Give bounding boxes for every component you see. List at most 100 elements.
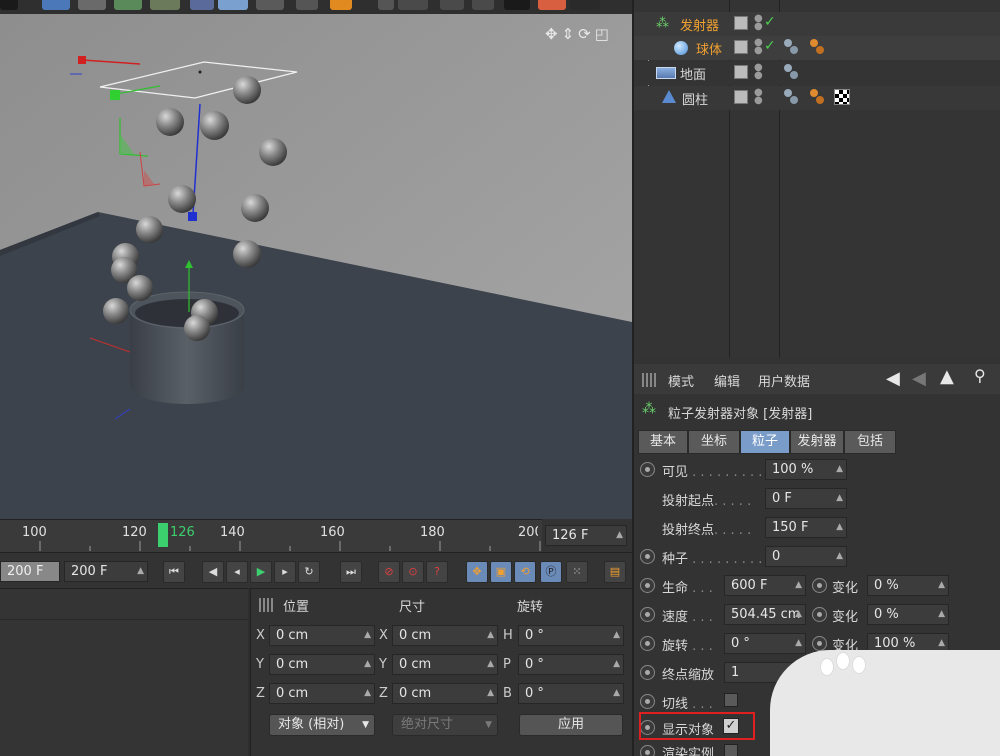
rotation-h-field[interactable]: 0 °▲▼: [518, 625, 624, 646]
rotation-b-field[interactable]: 0 °▲▼: [518, 683, 624, 704]
up-arrow-icon[interactable]: ▲: [940, 366, 954, 387]
x-axis-handle[interactable]: [78, 56, 86, 64]
coordinate-mode-select[interactable]: 对象 (相对) ▼: [269, 714, 375, 736]
render-tool-icon[interactable]: [330, 0, 352, 10]
phong-tag-icon[interactable]: [784, 64, 800, 80]
parameter-key-icon[interactable]: Ⓟ: [540, 561, 562, 583]
y-axis-handle[interactable]: [110, 90, 120, 100]
visible-field[interactable]: 100 %▲▼: [765, 459, 847, 480]
enabled-check-icon[interactable]: ✓: [764, 14, 776, 30]
cube-tool-icon[interactable]: [42, 0, 70, 10]
object-row-emitter[interactable]: ⁂ 发射器 ● ● ✓: [634, 12, 1000, 36]
menu-userdata[interactable]: 用户数据: [758, 371, 810, 390]
tab-emitter[interactable]: 发射器: [790, 430, 844, 454]
forward-arrow-icon[interactable]: ◀: [912, 368, 926, 389]
render-instances-checkbox[interactable]: [724, 744, 738, 756]
play-mode-icon[interactable]: [0, 0, 18, 10]
move-view-icon[interactable]: ✥: [545, 25, 562, 43]
enabled-check-icon[interactable]: ✓: [764, 38, 776, 54]
tab-include[interactable]: 包括: [844, 430, 896, 454]
grip-icon[interactable]: [642, 373, 656, 387]
workplane-tool-icon[interactable]: [398, 0, 428, 10]
play-icon[interactable]: ▶: [250, 561, 272, 583]
pan-view-icon[interactable]: ⇕: [562, 25, 579, 43]
position-y-field[interactable]: 0 cm▲▼: [269, 654, 375, 675]
position-z-field[interactable]: 0 cm▲▼: [269, 683, 375, 704]
animate-rotation-var-radio[interactable]: [812, 636, 827, 651]
nurbs-tool-icon[interactable]: [114, 0, 142, 10]
camera-tool-icon[interactable]: [256, 0, 284, 10]
rotation-p-field[interactable]: 0 °▲▼: [518, 654, 624, 675]
tangential-checkbox[interactable]: [724, 693, 738, 707]
size-x-field[interactable]: 0 cm▲▼: [392, 625, 498, 646]
layer-swatch-icon[interactable]: [734, 65, 748, 79]
prev-frame-icon[interactable]: ◂: [226, 561, 248, 583]
filter-tool-icon[interactable]: [538, 0, 566, 10]
prev-key-icon[interactable]: ◀: [202, 561, 224, 583]
material-tag-icon[interactable]: [808, 39, 826, 55]
spline-tool-icon[interactable]: [78, 0, 106, 10]
rotation-key-icon[interactable]: ⟲: [514, 561, 536, 583]
seed-field[interactable]: 0▲▼: [765, 546, 847, 567]
size-y-field[interactable]: 0 cm▲▼: [392, 654, 498, 675]
layer-swatch-icon[interactable]: [734, 40, 748, 54]
search-icon[interactable]: ⚲: [974, 366, 986, 385]
tab-basic[interactable]: 基本: [638, 430, 688, 454]
z-axis-handle[interactable]: [188, 212, 197, 221]
tab-coord[interactable]: 坐标: [688, 430, 740, 454]
visibility-dots-icon[interactable]: ● ●: [754, 88, 763, 106]
animate-lifetime-radio[interactable]: [640, 578, 655, 593]
goto-start-icon[interactable]: ⏮: [163, 561, 185, 583]
scene-tool-icon[interactable]: [218, 0, 248, 10]
pla-key-icon[interactable]: ⁙: [566, 561, 588, 583]
visibility-dots-icon[interactable]: ● ●: [754, 38, 763, 56]
object-row-cylinder[interactable]: 圆柱 ● ●: [634, 86, 1000, 110]
object-row-sphere[interactable]: 球体 ● ● ✓: [634, 36, 1000, 60]
viewport[interactable]: ✥⇕⟳◰: [0, 14, 632, 519]
object-row-ground[interactable]: 地面 ● ●: [634, 61, 1000, 85]
scale-key-icon[interactable]: ▣: [490, 561, 512, 583]
animate-lifetime-var-radio[interactable]: [812, 578, 827, 593]
rotate-view-icon[interactable]: ⟳: [578, 25, 595, 43]
lock-tool-icon[interactable]: [472, 0, 494, 10]
tab-particle[interactable]: 粒子: [740, 430, 790, 454]
next-key-icon[interactable]: ↻: [298, 561, 320, 583]
grip-icon[interactable]: [259, 598, 273, 612]
menu-edit[interactable]: 编辑: [714, 371, 740, 390]
animate-visible-radio[interactable]: [640, 462, 655, 477]
animate-speed-radio[interactable]: [640, 607, 655, 622]
timeline[interactable]: 100 120 126 140 160 180 200 126 F▲▼: [0, 519, 632, 552]
speed-variation-field[interactable]: 0 %▲▼: [867, 604, 949, 625]
visibility-dots-icon[interactable]: ● ●: [754, 63, 763, 81]
preview-max-field[interactable]: 200 F▲▼: [64, 561, 148, 582]
visibility-dots-icon[interactable]: ● ●: [754, 14, 763, 32]
menu-mode[interactable]: 模式: [668, 371, 694, 390]
animate-rotation-radio[interactable]: [640, 636, 655, 651]
animate-seed-radio[interactable]: [640, 549, 655, 564]
apply-button[interactable]: 应用: [519, 714, 623, 736]
layer-swatch-icon[interactable]: [734, 90, 748, 104]
layer-swatch-icon[interactable]: [734, 16, 748, 30]
emit-start-field[interactable]: 0 F▲▼: [765, 488, 847, 509]
axis-tool-icon[interactable]: [440, 0, 464, 10]
speed-field[interactable]: 504.45 cm▲▼: [724, 604, 806, 625]
goto-end-icon[interactable]: ⏭: [340, 561, 362, 583]
timeline-window-icon[interactable]: ▤: [604, 561, 626, 583]
lifetime-field[interactable]: 600 F▲▼: [724, 575, 806, 596]
phong-tag-icon[interactable]: [784, 39, 800, 55]
deformer-tool-icon[interactable]: [190, 0, 214, 10]
display-tool-icon[interactable]: [504, 0, 530, 10]
next-frame-icon[interactable]: ▸: [274, 561, 296, 583]
animate-speed-var-radio[interactable]: [812, 607, 827, 622]
animate-tangential-radio[interactable]: [640, 694, 655, 709]
back-arrow-icon[interactable]: ◀: [886, 368, 900, 389]
size-mode-select[interactable]: 绝对尺寸 ▼: [392, 714, 498, 736]
autokey-icon[interactable]: ⊙: [402, 561, 424, 583]
phong-tag-icon[interactable]: [784, 89, 800, 105]
checker-texture-tag-icon[interactable]: [834, 89, 850, 105]
record-icon[interactable]: ⊘: [378, 561, 400, 583]
current-frame-field[interactable]: 126 F▲▼: [545, 525, 627, 546]
rotation-field[interactable]: 0 °▲▼: [724, 633, 806, 654]
animate-render-instances-radio[interactable]: [640, 745, 655, 756]
emit-end-field[interactable]: 150 F▲▼: [765, 517, 847, 538]
